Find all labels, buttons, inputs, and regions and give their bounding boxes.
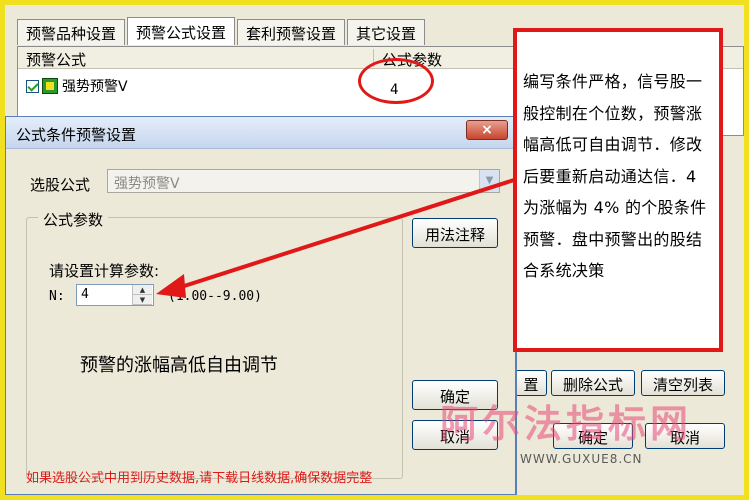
formula-label: 选股公式 [30, 176, 91, 194]
stepper-up-icon[interactable]: ▲ [133, 285, 152, 295]
enable-checkbox[interactable] [26, 79, 39, 93]
list-item[interactable]: 强势预警V [26, 76, 128, 96]
column-header-formula[interactable]: 预警公式 [26, 49, 86, 70]
close-button[interactable]: × [466, 120, 508, 140]
watermark-site: WWW.GUXUE8.CN [520, 452, 643, 466]
formula-select-value: 强势预警V [114, 176, 180, 192]
n-label: N: [49, 289, 65, 304]
n-stepper[interactable]: ▲ ▼ [132, 285, 152, 305]
dialog-titlebar[interactable]: 公式条件预警设置 × [6, 117, 515, 149]
formula-icon [42, 78, 58, 94]
tab-bar: 预警品种设置 预警公式设置 套利预警设置 其它设置 [17, 17, 427, 45]
calc-params-label: 请设置计算参数: [49, 262, 160, 280]
watermark-text: 阿尔法指标网 [440, 402, 693, 446]
history-data-warning: 如果选股公式中用到历史数据,请下载日线数据,确保数据完整 [26, 471, 373, 486]
tab-formula-settings[interactable]: 预警公式设置 [127, 17, 236, 45]
params-group-label: 公式参数 [38, 209, 109, 230]
annotation-note: 编写条件严格，信号股一般控制在个位数，预警涨幅高低可自由调节．修改后要重新启动通… [513, 28, 723, 352]
tab-other-settings[interactable]: 其它设置 [347, 19, 426, 45]
tab-arbitrage-settings[interactable]: 套利预警设置 [237, 19, 346, 45]
dialog-title: 公式条件预警设置 [16, 126, 137, 144]
chevron-down-icon[interactable]: ▼ [479, 170, 499, 192]
n-range: (1.00--9.00) [168, 289, 262, 304]
highlight-circle [358, 58, 434, 104]
tab-variety-settings[interactable]: 预警品种设置 [17, 19, 126, 45]
formula-name: 强势预警V [62, 79, 128, 95]
formula-select[interactable]: 强势预警V ▼ [107, 169, 500, 193]
params-group [26, 217, 403, 479]
adjust-caption: 预警的涨幅高低自由调节 [80, 355, 278, 376]
usage-notes-button[interactable]: 用法注释 [412, 218, 498, 248]
stepper-down-icon[interactable]: ▼ [133, 295, 152, 305]
